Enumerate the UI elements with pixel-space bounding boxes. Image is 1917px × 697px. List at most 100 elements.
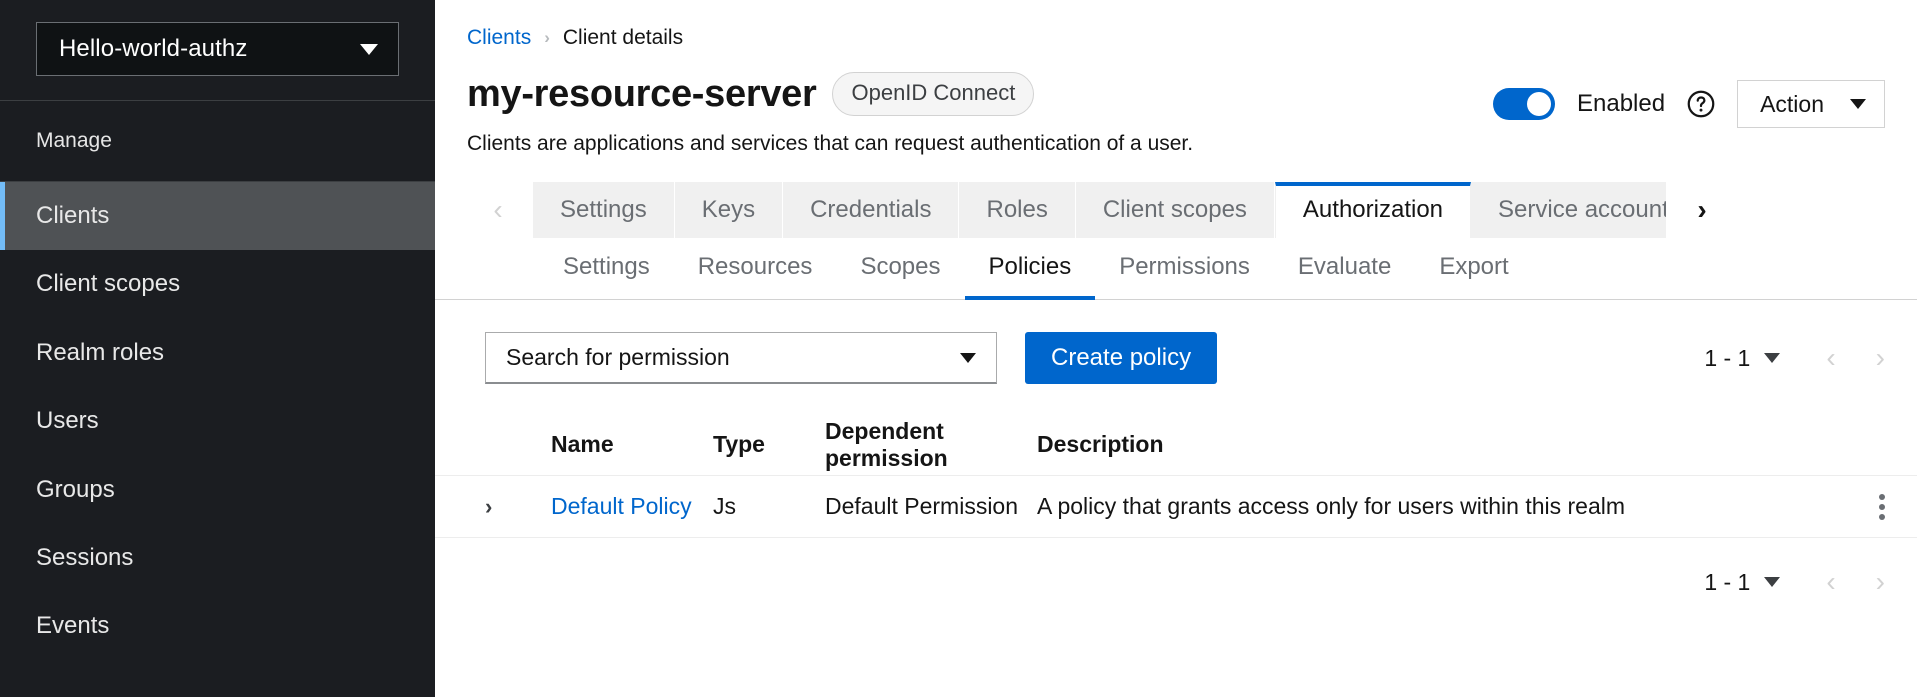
pagination-top: 1 - 1 ‹ › bbox=[1704, 342, 1885, 374]
tab-label: Authorization bbox=[1302, 196, 1444, 223]
table-header-row: Name Type Dependent permission Descripti… bbox=[435, 414, 1917, 476]
pagination-prev-button[interactable]: ‹ bbox=[1826, 342, 1835, 374]
pagination-arrows-bottom: ‹ › bbox=[1810, 566, 1885, 598]
secondary-tab-bar: Settings Resources Scopes Policies Permi… bbox=[435, 238, 1917, 300]
tab-service-accounts-roles[interactable]: Service accounts role bbox=[1471, 182, 1668, 238]
page-header-left: my-resource-server OpenID Connect Client… bbox=[467, 72, 1193, 156]
chevron-right-icon: › bbox=[1697, 194, 1707, 225]
tab-label: Settings bbox=[560, 196, 647, 223]
page-subtitle: Clients are applications and services th… bbox=[467, 132, 1194, 155]
subtab-label: Resources bbox=[697, 253, 813, 280]
tab-scroll-right-button[interactable]: › bbox=[1667, 182, 1738, 238]
tab-label: Service accounts role bbox=[1498, 196, 1666, 223]
pagination-range-dropdown-bottom[interactable]: 1 - 1 bbox=[1704, 568, 1781, 596]
search-permission-value: Search for permission bbox=[506, 344, 730, 370]
pagination-range-dropdown[interactable]: 1 - 1 bbox=[1704, 344, 1781, 372]
sidebar-item-label: Clients bbox=[36, 202, 110, 229]
page-header: my-resource-server OpenID Connect Client… bbox=[435, 50, 1917, 156]
subtab-label: Export bbox=[1439, 253, 1509, 280]
subtab-label: Permissions bbox=[1119, 253, 1250, 280]
sidebar-item-client-scopes[interactable]: Client scopes bbox=[0, 250, 435, 318]
subtab-policies[interactable]: Policies bbox=[964, 238, 1096, 300]
breadcrumb: Clients › Client details bbox=[435, 0, 1917, 50]
caret-down-icon bbox=[1850, 99, 1866, 109]
action-dropdown-button[interactable]: Action bbox=[1737, 80, 1885, 128]
tab-keys[interactable]: Keys bbox=[674, 182, 784, 238]
realm-selector-container: Hello-world-authz bbox=[0, 0, 435, 100]
primary-tabs: Settings Keys Credentials Roles Client s… bbox=[533, 182, 1668, 238]
subtab-resources[interactable]: Resources bbox=[674, 238, 837, 300]
sidebar-item-clients[interactable]: Clients bbox=[0, 182, 435, 251]
realm-selector[interactable]: Hello-world-authz bbox=[36, 22, 399, 76]
row-type-cell: Js bbox=[713, 493, 736, 519]
row-kebab-menu-button[interactable] bbox=[1847, 493, 1917, 520]
breadcrumb-link-clients[interactable]: Clients bbox=[467, 26, 531, 50]
caret-down-icon bbox=[360, 43, 378, 55]
tab-settings[interactable]: Settings bbox=[533, 182, 675, 238]
sidebar: Hello-world-authz Manage Clients Client … bbox=[0, 0, 435, 697]
table-header-dependent-permission: Dependent permission bbox=[825, 417, 948, 471]
row-dependent-permission-cell: Default Permission bbox=[825, 493, 1019, 519]
pagination-bottom: 1 - 1 ‹ › bbox=[1704, 566, 1885, 598]
tab-credentials[interactable]: Credentials bbox=[783, 182, 960, 238]
sidebar-section-title: Manage bbox=[36, 129, 112, 152]
sidebar-item-events[interactable]: Events bbox=[0, 592, 435, 660]
pagination-next-button-bottom[interactable]: › bbox=[1876, 566, 1885, 598]
page-header-actions: Enabled Action bbox=[1492, 72, 1885, 128]
action-dropdown-label: Action bbox=[1760, 90, 1824, 117]
chevron-right-icon: › bbox=[485, 493, 493, 519]
breadcrumb-current: Client details bbox=[562, 26, 684, 49]
tab-scroll-left-button[interactable]: ‹ bbox=[463, 182, 533, 238]
tab-label: Keys bbox=[701, 196, 756, 223]
sidebar-item-label: Events bbox=[36, 612, 110, 640]
subtab-export[interactable]: Export bbox=[1415, 238, 1532, 300]
tab-roles[interactable]: Roles bbox=[959, 182, 1076, 238]
search-permission-dropdown[interactable]: Search for permission bbox=[485, 332, 997, 384]
pagination-prev-button-bottom[interactable]: ‹ bbox=[1826, 566, 1835, 598]
primary-tab-bar: ‹ Settings Keys Credentials Roles Client… bbox=[435, 182, 1917, 238]
sidebar-item-label: Sessions bbox=[36, 543, 134, 571]
subtab-settings[interactable]: Settings bbox=[539, 238, 674, 300]
enabled-toggle[interactable] bbox=[1492, 88, 1555, 120]
help-circle-icon[interactable] bbox=[1687, 90, 1715, 118]
pagination-next-button[interactable]: › bbox=[1876, 342, 1885, 374]
app-root: Hello-world-authz Manage Clients Client … bbox=[0, 0, 1917, 697]
chevron-left-icon: ‹ bbox=[493, 194, 503, 225]
row-description-cell: A policy that grants access only for use… bbox=[1037, 493, 1626, 519]
enabled-toggle-label: Enabled bbox=[1576, 90, 1666, 117]
sidebar-item-groups[interactable]: Groups bbox=[0, 456, 435, 524]
subtab-evaluate[interactable]: Evaluate bbox=[1274, 238, 1415, 300]
tab-label: Client scopes bbox=[1102, 196, 1247, 223]
subtab-label: Evaluate bbox=[1297, 253, 1392, 280]
subtab-scopes[interactable]: Scopes bbox=[836, 238, 964, 300]
table-header-name: Name bbox=[551, 431, 614, 457]
tab-label: Roles bbox=[986, 196, 1048, 223]
toggle-knob bbox=[1526, 92, 1551, 116]
page-title: my-resource-server bbox=[467, 72, 817, 115]
chevron-right-icon: › bbox=[544, 28, 550, 47]
subtab-permissions[interactable]: Permissions bbox=[1095, 238, 1274, 300]
sidebar-item-label: Groups bbox=[36, 475, 115, 503]
row-name-cell: Default Policy bbox=[551, 493, 713, 520]
pagination-arrows: ‹ › bbox=[1810, 342, 1885, 374]
subtab-label: Scopes bbox=[860, 253, 941, 280]
subtab-label: Settings bbox=[563, 253, 650, 280]
pagination-range-label: 1 - 1 bbox=[1704, 344, 1751, 371]
create-policy-button[interactable]: Create policy bbox=[1025, 332, 1218, 384]
sidebar-item-realm-roles[interactable]: Realm roles bbox=[0, 319, 435, 387]
table-row: › Default Policy Js Default Permission A… bbox=[435, 476, 1917, 538]
subtab-label: Policies bbox=[988, 253, 1072, 280]
table-header-description: Description bbox=[1037, 431, 1164, 457]
row-expand-toggle[interactable]: › bbox=[485, 494, 551, 520]
pagination-range-label: 1 - 1 bbox=[1704, 568, 1751, 595]
policies-table: Name Type Dependent permission Descripti… bbox=[435, 414, 1917, 538]
caret-down-icon bbox=[1764, 577, 1781, 587]
caret-down-icon bbox=[960, 352, 976, 363]
tab-client-scopes[interactable]: Client scopes bbox=[1075, 182, 1275, 238]
sidebar-item-sessions[interactable]: Sessions bbox=[0, 524, 435, 592]
table-header-type: Type bbox=[713, 431, 765, 457]
main-content: Clients › Client details my-resource-ser… bbox=[435, 0, 1917, 697]
policy-name-link[interactable]: Default Policy bbox=[551, 493, 692, 519]
tab-authorization[interactable]: Authorization bbox=[1274, 182, 1472, 238]
sidebar-item-users[interactable]: Users bbox=[0, 387, 435, 455]
